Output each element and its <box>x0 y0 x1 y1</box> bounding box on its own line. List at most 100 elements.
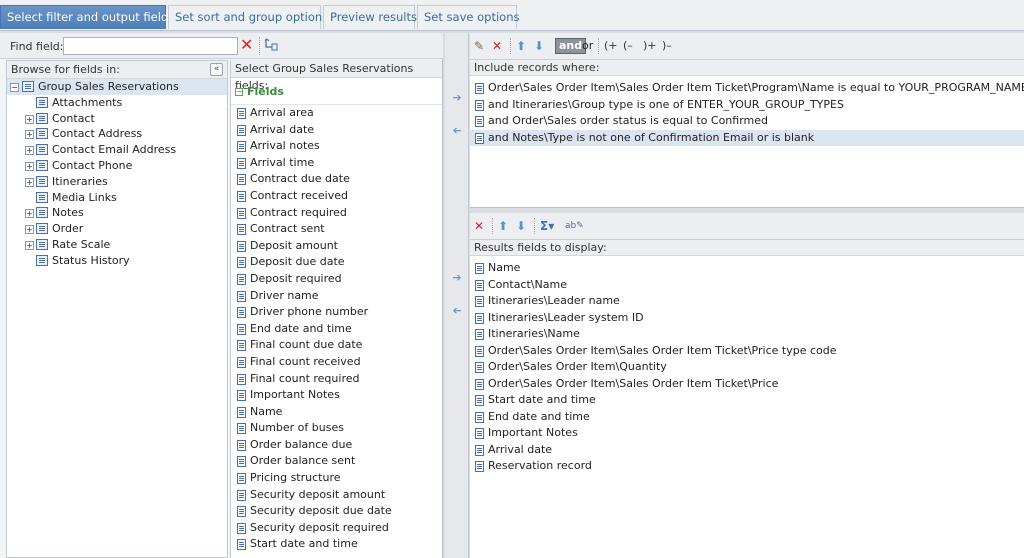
field-item[interactable]: Arrival time <box>231 155 442 172</box>
tree-item-label: Notes <box>52 206 84 220</box>
expand-icon[interactable]: + <box>25 225 34 235</box>
field-item[interactable]: End date and time <box>231 321 442 338</box>
tree-item[interactable]: + Itineraries <box>7 174 227 190</box>
tree-item[interactable]: Status History <box>7 253 227 269</box>
remove-output-arrow-icon[interactable]: ➔ <box>451 304 463 317</box>
field-item[interactable]: Number of buses <box>231 420 442 437</box>
summarize-icon[interactable]: Σ▾ <box>540 218 554 234</box>
add-open-paren-button[interactable]: (+ <box>604 38 618 54</box>
field-item[interactable]: Arrival notes <box>231 138 442 155</box>
tree-item[interactable]: + Contact Email Address <box>7 142 227 158</box>
output-field[interactable]: Order\Sales Order Item\Sales Order Item … <box>470 376 1024 393</box>
field-item[interactable]: Deposit amount <box>231 238 442 255</box>
tree-item[interactable]: + Contact Phone <box>7 158 227 174</box>
tree-item[interactable]: + Order <box>7 221 227 237</box>
move-down-icon[interactable]: ⬇ <box>534 38 544 54</box>
tree-item[interactable]: + Contact Address <box>7 126 227 142</box>
output-field[interactable]: Itineraries\Name <box>470 326 1024 343</box>
tree-item[interactable]: Media Links <box>7 190 227 206</box>
filter-criterion[interactable]: Order\Sales Order Item\Sales Order Item … <box>470 80 1024 97</box>
output-field[interactable]: End date and time <box>470 409 1024 426</box>
delete-icon[interactable]: ✕ <box>474 218 484 234</box>
field-item[interactable]: Pricing structure <box>231 470 442 487</box>
field-icon <box>237 439 246 451</box>
tab-save-options[interactable]: Set save options <box>417 5 519 29</box>
collapse-icon[interactable]: − <box>10 83 19 92</box>
output-field[interactable]: Name <box>470 260 1024 277</box>
tab-preview-results[interactable]: Preview results <box>323 5 417 29</box>
find-next-icon[interactable] <box>264 38 278 52</box>
add-close-paren-button[interactable]: )+ <box>643 38 657 54</box>
output-field[interactable]: Important Notes <box>470 425 1024 442</box>
expand-icon[interactable]: + <box>25 130 34 140</box>
field-item[interactable]: Deposit required <box>231 271 442 288</box>
field-item[interactable]: Order balance sent <box>231 453 442 470</box>
remove-close-paren-button[interactable]: )– <box>662 38 672 54</box>
field-item[interactable]: Driver phone number <box>231 304 442 321</box>
field-item[interactable]: Order balance due <box>231 437 442 454</box>
field-item[interactable]: Security deposit amount <box>231 487 442 504</box>
tree-item[interactable]: + Rate Scale <box>7 237 227 253</box>
output-field-label: Name <box>488 261 521 274</box>
tree-item[interactable]: Attachments <box>7 95 227 111</box>
expand-icon[interactable]: + <box>25 209 34 219</box>
output-field[interactable]: Order\Sales Order Item\Quantity <box>470 359 1024 376</box>
field-item[interactable]: Security deposit required <box>231 520 442 537</box>
filter-criterion[interactable]: and Order\Sales order status is equal to… <box>470 113 1024 130</box>
field-item[interactable]: Start date and time <box>231 536 442 553</box>
toolbar-separator <box>534 218 535 234</box>
output-field[interactable]: Itineraries\Leader system ID <box>470 310 1024 327</box>
field-item[interactable]: Deposit due date <box>231 254 442 271</box>
tree-item[interactable]: + Contact <box>7 111 227 127</box>
add-output-arrow-icon[interactable]: ➔ <box>451 272 463 283</box>
move-up-icon[interactable]: ⬆ <box>498 218 508 234</box>
expand-icon[interactable]: + <box>25 146 34 156</box>
field-item[interactable]: Final count due date <box>231 337 442 354</box>
field-item[interactable]: Name <box>231 404 442 421</box>
field-item[interactable]: Contract required <box>231 205 442 222</box>
clear-icon[interactable]: ✕ <box>240 36 253 54</box>
field-item[interactable]: Contract received <box>231 188 442 205</box>
field-item[interactable]: Final count required <box>231 371 442 388</box>
output-field[interactable]: Order\Sales Order Item\Sales Order Item … <box>470 343 1024 360</box>
or-toggle-button[interactable]: or <box>582 38 593 54</box>
fields-group-header[interactable]: − Fields <box>231 78 442 105</box>
filter-criterion-label: and Itineraries\Group type is one of ENT… <box>488 97 844 111</box>
rename-icon[interactable]: ab✎ <box>565 218 584 234</box>
field-item[interactable]: Driver name <box>231 288 442 305</box>
collapse-pane-button[interactable]: « <box>210 63 223 76</box>
expand-icon[interactable]: + <box>25 240 34 250</box>
filter-criterion[interactable]: and Notes\Type is not one of Confirmatio… <box>470 129 1024 146</box>
field-item-label: Pricing structure <box>250 471 341 485</box>
tree-item[interactable]: + Notes <box>7 205 227 221</box>
field-item[interactable]: Arrival area <box>231 105 442 122</box>
field-item[interactable]: Contract sent <box>231 221 442 238</box>
field-item[interactable]: Contract due date <box>231 171 442 188</box>
field-item[interactable]: Arrival date <box>231 122 442 139</box>
tab-sort-group[interactable]: Set sort and group options <box>168 5 328 29</box>
expand-icon[interactable]: + <box>25 161 34 171</box>
expand-icon[interactable]: + <box>25 177 34 187</box>
output-field[interactable]: Start date and time <box>470 392 1024 409</box>
field-item[interactable]: Final count received <box>231 354 442 371</box>
edit-criteria-icon[interactable]: ✎ <box>474 38 484 54</box>
find-field-input[interactable] <box>63 37 238 55</box>
field-item[interactable]: Security deposit due date <box>231 503 442 520</box>
output-field[interactable]: Itineraries\Leader name <box>470 293 1024 310</box>
add-filter-arrow-icon[interactable]: ➔ <box>451 92 463 103</box>
output-field[interactable]: Contact\Name <box>470 277 1024 294</box>
tree-root[interactable]: − Group Sales Reservations <box>7 79 227 95</box>
collapse-icon[interactable]: − <box>235 88 243 96</box>
tab-select-filter-output[interactable]: Select filter and output fields <box>0 5 174 29</box>
move-up-icon[interactable]: ⬆ <box>516 38 526 54</box>
filter-list: Order\Sales Order Item\Sales Order Item … <box>470 76 1024 146</box>
field-item[interactable]: Important Notes <box>231 387 442 404</box>
delete-icon[interactable]: ✕ <box>492 38 502 54</box>
output-field[interactable]: Reservation record <box>470 458 1024 475</box>
move-down-icon[interactable]: ⬇ <box>516 218 526 234</box>
output-field[interactable]: Arrival date <box>470 442 1024 459</box>
expand-icon[interactable]: + <box>25 114 34 124</box>
remove-open-paren-button[interactable]: (– <box>623 38 633 54</box>
filter-criterion[interactable]: and Itineraries\Group type is one of ENT… <box>470 97 1024 114</box>
remove-filter-arrow-icon[interactable]: ➔ <box>451 124 463 137</box>
